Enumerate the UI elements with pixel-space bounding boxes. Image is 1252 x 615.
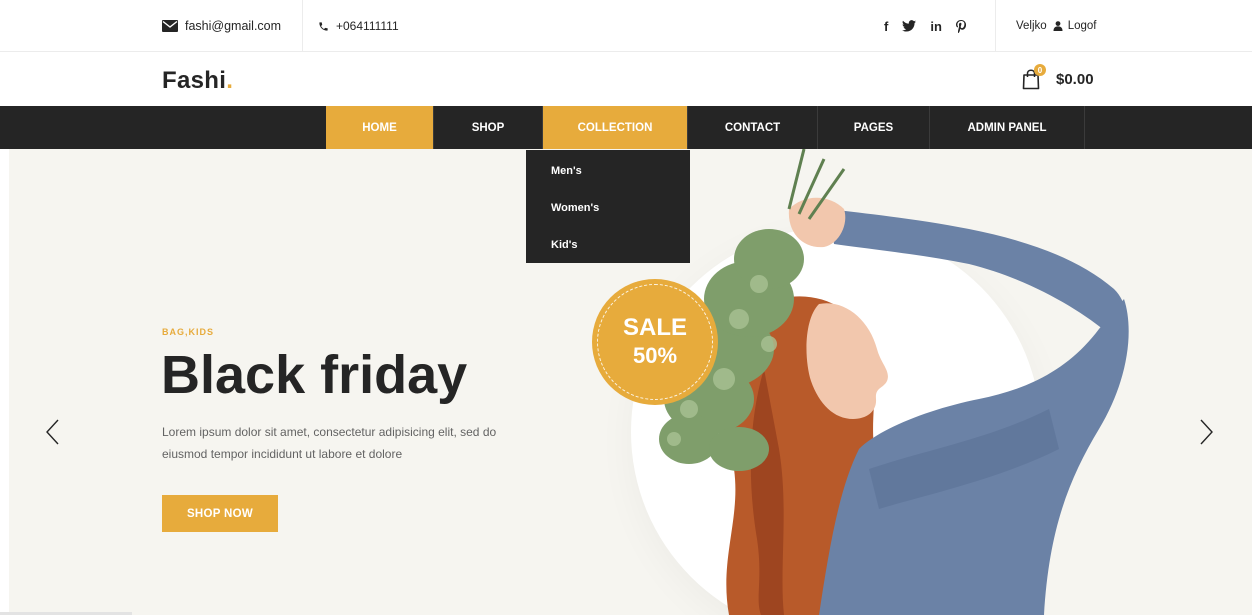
user-name: Veljko <box>1016 20 1047 32</box>
logo[interactable]: Fashi. <box>162 67 233 95</box>
page: fashi@gmail.com +064111111 f in Veljko L… <box>0 0 1252 615</box>
cart-button[interactable]: 0 <box>1022 64 1046 90</box>
top-divider <box>302 0 303 52</box>
logout-link[interactable]: Logof <box>1068 20 1097 32</box>
phone-text: +064111111 <box>336 19 399 33</box>
dropdown-item-mens[interactable]: Men's <box>551 165 582 177</box>
sale-badge-title: SALE <box>622 314 687 341</box>
logo-dot: . <box>226 67 234 94</box>
top-divider <box>995 0 996 52</box>
nav-item-home[interactable]: HOME <box>326 106 434 149</box>
slider-prev-arrow-icon[interactable] <box>43 417 63 447</box>
main-nav: HOME SHOP COLLECTION CONTACT PAGES ADMIN… <box>0 106 1252 149</box>
sale-badge-ring <box>597 284 713 400</box>
site-header: Fashi. 0 $0.00 <box>0 53 1252 106</box>
dropdown-item-kids[interactable]: Kid's <box>551 239 577 251</box>
email-text: fashi@gmail.com <box>185 19 282 33</box>
linkedin-icon[interactable]: in <box>930 19 942 34</box>
twitter-icon[interactable] <box>902 20 917 32</box>
pinterest-icon[interactable] <box>955 19 966 33</box>
cart-total: $0.00 <box>1056 71 1094 88</box>
collection-dropdown: Men's Women's Kid's <box>526 150 690 263</box>
nav-item-admin-panel[interactable]: ADMIN PANEL <box>930 106 1085 149</box>
logo-text: Fashi <box>162 67 227 94</box>
facebook-icon[interactable]: f <box>884 19 888 34</box>
top-phone[interactable]: +064111111 <box>318 0 399 52</box>
cart-count-badge: 0 <box>1034 64 1046 76</box>
top-email[interactable]: fashi@gmail.com <box>162 0 281 52</box>
sale-badge-percent: 50% <box>632 343 678 368</box>
user-icon <box>1053 21 1063 31</box>
top-bar: fashi@gmail.com +064111111 f in Veljko L… <box>0 0 1252 52</box>
shop-now-button[interactable]: SHOP NOW <box>162 495 278 532</box>
hero-kicker: BAG,KIDS <box>162 327 215 337</box>
nav-item-contact[interactable]: CONTACT <box>688 106 818 149</box>
social-links: f in <box>884 0 966 52</box>
hero-model-image <box>659 149 1129 615</box>
nav-item-collection[interactable]: COLLECTION <box>543 106 688 149</box>
slider-next-arrow-icon[interactable] <box>1196 417 1216 447</box>
hero-description: Lorem ipsum dolor sit amet, consectetur … <box>162 425 497 461</box>
phone-icon <box>319 21 328 31</box>
envelope-icon <box>162 20 178 32</box>
user-menu[interactable]: Veljko Logof <box>1016 0 1096 52</box>
nav-item-pages[interactable]: PAGES <box>818 106 930 149</box>
dropdown-item-womens[interactable]: Women's <box>551 202 599 214</box>
hero-headline: Black friday <box>161 345 468 405</box>
sale-badge: SALE 50% <box>592 279 718 405</box>
nav-item-shop[interactable]: SHOP <box>434 106 543 149</box>
